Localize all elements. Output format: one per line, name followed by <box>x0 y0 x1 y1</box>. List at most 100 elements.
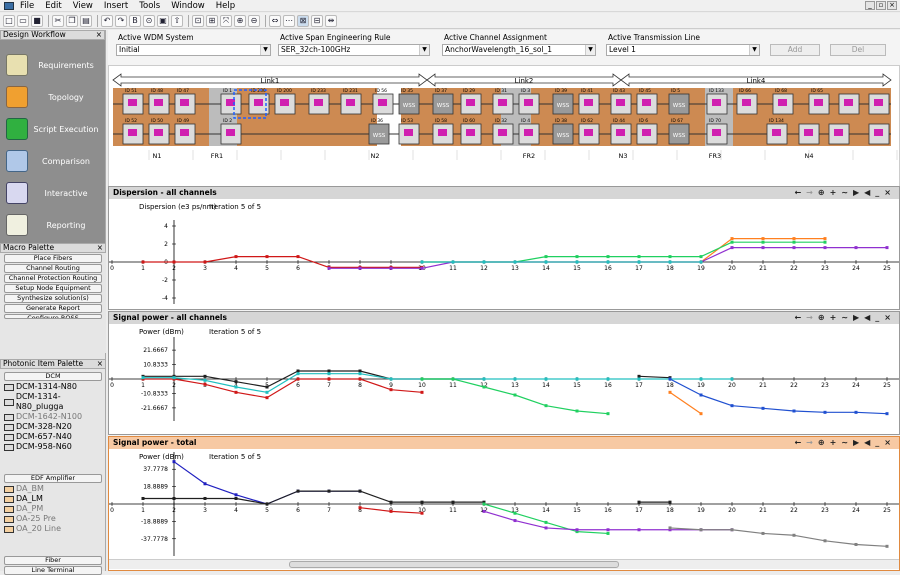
ruler-icon[interactable]: ⇔ <box>269 14 281 27</box>
palette-item[interactable]: DA_BM <box>0 484 106 494</box>
copy-icon[interactable]: ❐ <box>66 14 78 27</box>
palette-item[interactable]: DCM-328-N20 <box>0 422 106 432</box>
curve-icon[interactable]: ∼ <box>841 437 848 449</box>
span-rule-select[interactable]: SER_32ch-100GHz ▼ <box>278 44 430 56</box>
signal-total-chart[interactable]: 0123456789101112131415161718192021222324… <box>109 449 899 559</box>
minimize-icon[interactable]: _ <box>875 187 879 199</box>
scroll-thumb[interactable] <box>289 561 619 568</box>
menu-view[interactable]: View <box>73 1 93 11</box>
split-icon[interactable]: ⊟ <box>311 14 323 27</box>
close-icon[interactable]: × <box>97 244 103 252</box>
restore-icon[interactable]: ▫ <box>876 1 886 10</box>
add-icon[interactable]: + <box>830 437 837 449</box>
zoom-select-icon[interactable]: ⊡ <box>192 14 204 27</box>
dispersion-chart[interactable]: 0123456789101112131415161718192021222324… <box>109 199 899 309</box>
redo-icon[interactable]: ↷ <box>115 14 127 27</box>
grid-icon[interactable]: ⋯ <box>283 14 295 27</box>
pin-icon[interactable]: ⇧ <box>171 14 183 27</box>
play-icon[interactable]: ▶ <box>853 312 859 324</box>
add-button[interactable]: Add <box>770 44 820 56</box>
save-icon[interactable]: ■ <box>31 14 43 27</box>
zoom-out-icon[interactable]: ⊖ <box>248 14 260 27</box>
forward-arrow-icon[interactable]: → <box>806 187 813 199</box>
speaker-icon[interactable]: ◀ <box>864 187 870 199</box>
close-icon[interactable]: × <box>884 437 891 449</box>
workflow-reporting[interactable]: Reporting <box>4 210 102 240</box>
curve-icon[interactable]: ∼ <box>841 312 848 324</box>
channel-assignment-select[interactable]: AnchorWavelength_16_sol_1 ▼ <box>442 44 596 56</box>
minimize-icon[interactable]: _ <box>875 437 879 449</box>
menu-insert[interactable]: Insert <box>104 1 128 11</box>
undo-icon[interactable]: ↶ <box>101 14 113 27</box>
menu-file[interactable]: File <box>20 1 34 11</box>
menu-help[interactable]: Help <box>216 1 235 11</box>
generate-report-button[interactable]: Generate Report <box>4 304 102 313</box>
transmission-line-select[interactable]: Level 1 ▼ <box>606 44 760 56</box>
close-icon[interactable]: × <box>887 1 897 10</box>
back-arrow-icon[interactable]: ← <box>794 187 801 199</box>
setup-node-equipment-button[interactable]: Setup Node Equipment <box>4 284 102 293</box>
forward-arrow-icon[interactable]: → <box>806 437 813 449</box>
bold-icon[interactable]: B <box>129 14 141 27</box>
back-arrow-icon[interactable]: ← <box>794 312 801 324</box>
synthesize-solution-button[interactable]: Synthesize solution(s) <box>4 294 102 303</box>
play-icon[interactable]: ▶ <box>853 187 859 199</box>
minimize-icon[interactable]: _ <box>875 312 879 324</box>
menu-edit[interactable]: Edit <box>45 1 61 11</box>
configure-ross-button[interactable]: Configure ROSS <box>4 314 102 319</box>
fiber-category-button[interactable]: Fiber <box>4 556 102 565</box>
chart-horizontal-scrollbar[interactable] <box>109 559 899 569</box>
paste-icon[interactable]: ▤ <box>80 14 92 27</box>
close-icon[interactable]: × <box>96 31 102 39</box>
palette-item[interactable]: DA_LM <box>0 494 106 504</box>
close-icon[interactable]: × <box>97 360 103 368</box>
palette-item[interactable]: DCM-1642-N100 <box>0 412 106 422</box>
workflow-interactive[interactable]: Interactive <box>4 178 102 208</box>
workflow-requirements[interactable]: Requirements <box>4 50 102 80</box>
add-icon[interactable]: + <box>830 187 837 199</box>
new-icon[interactable]: □ <box>3 14 15 27</box>
del-button[interactable]: Del <box>830 44 886 56</box>
palette-item[interactable]: DCM-1314-N80 <box>0 382 106 392</box>
menu-tools[interactable]: Tools <box>139 1 160 11</box>
signal-power-chart[interactable]: 0123456789101112131415161718192021222324… <box>109 324 899 434</box>
zoom-fit-icon[interactable]: ⤧ <box>220 14 232 27</box>
dcm-category-button[interactable]: DCM <box>4 372 102 381</box>
link-icon[interactable]: ⇹ <box>325 14 337 27</box>
zoom-icon[interactable]: ⊕ <box>818 187 825 199</box>
palette-item[interactable]: DA_PM <box>0 504 106 514</box>
channel-protection-routing-button[interactable]: Channel Protection Routing <box>4 274 102 283</box>
palette-item[interactable]: OA_20 Line <box>0 524 106 534</box>
workflow-topology[interactable]: Topology <box>4 82 102 112</box>
minimize-icon[interactable]: _ <box>865 1 875 10</box>
speaker-icon[interactable]: ◀ <box>864 437 870 449</box>
zoom-icon[interactable]: ⊕ <box>818 437 825 449</box>
close-icon[interactable]: × <box>884 312 891 324</box>
play-icon[interactable]: ▶ <box>853 437 859 449</box>
zoom-box-icon[interactable]: ⊞ <box>206 14 218 27</box>
menu-window[interactable]: Window <box>171 1 205 11</box>
zoom-icon[interactable]: ⊕ <box>818 312 825 324</box>
forward-arrow-icon[interactable]: → <box>806 312 813 324</box>
place-fibers-button[interactable]: Place Fibers <box>4 254 102 263</box>
curve-icon[interactable]: ∼ <box>841 187 848 199</box>
wdm-select[interactable]: Initial ▼ <box>116 44 271 56</box>
connect-icon[interactable]: ⊙ <box>143 14 155 27</box>
zoom-in-icon[interactable]: ⊕ <box>234 14 246 27</box>
palette-item[interactable]: OA-25 Pre <box>0 514 106 524</box>
network-canvas[interactable]: Link1 Link2 Link4 ID 51 ID 48 ID 47 ID 1 ID 230… <box>109 66 899 204</box>
node-icon[interactable]: ▣ <box>157 14 169 27</box>
edf-amplifier-category-button[interactable]: EDF Amplifier <box>4 474 102 483</box>
open-icon[interactable]: ▭ <box>17 14 29 27</box>
palette-item[interactable]: DCM-1314-N80_plugga <box>0 392 106 412</box>
palette-item[interactable]: DCM-657-N40 <box>0 432 106 442</box>
channel-routing-button[interactable]: Channel Routing <box>4 264 102 273</box>
add-icon[interactable]: + <box>830 312 837 324</box>
cut-icon[interactable]: ✂ <box>52 14 64 27</box>
close-icon[interactable]: × <box>884 187 891 199</box>
layout-icon[interactable]: ⊠ <box>297 14 309 27</box>
workflow-script-execution[interactable]: Script Execution <box>4 114 102 144</box>
palette-item[interactable]: DCM-958-N60 <box>0 442 106 452</box>
speaker-icon[interactable]: ◀ <box>864 312 870 324</box>
back-arrow-icon[interactable]: ← <box>794 437 801 449</box>
